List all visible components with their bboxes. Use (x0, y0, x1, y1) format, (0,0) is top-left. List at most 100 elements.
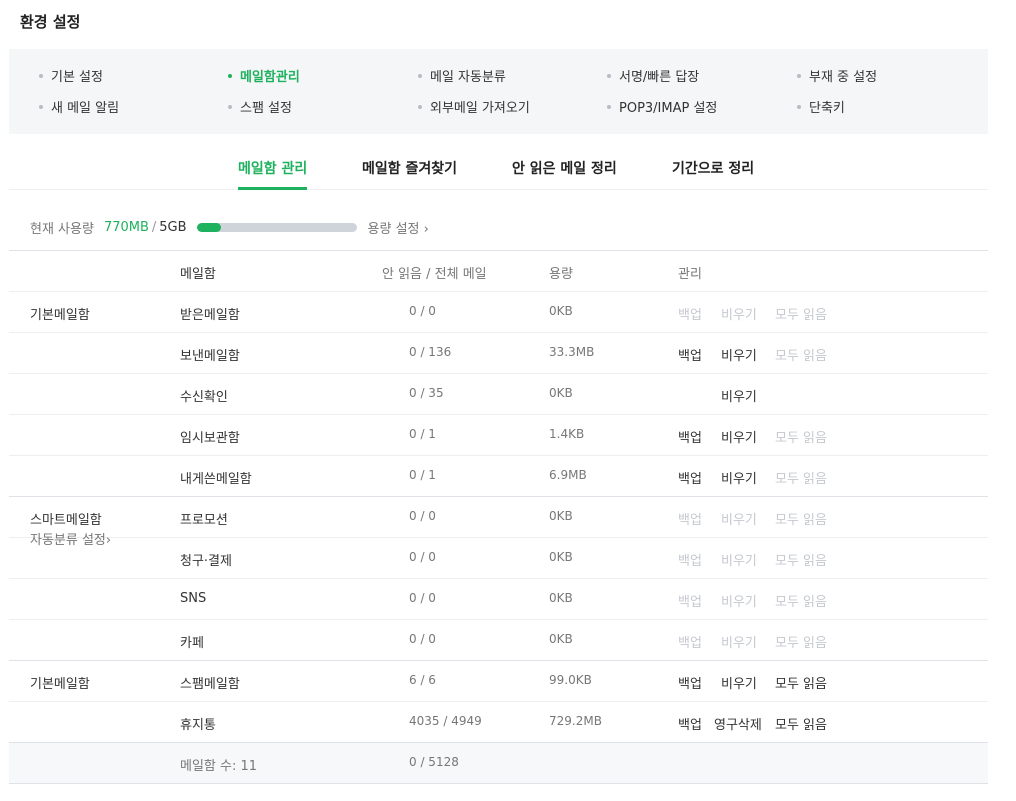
empty-button: 비우기 (721, 636, 757, 651)
table-row: 휴지통 4035 / 4949 729.2MB 백업 영구삭제 모두 읽음 (9, 702, 988, 743)
mailbox-name: 휴지통 (180, 718, 216, 733)
mailbox-name: 보낸메일함 (180, 349, 240, 364)
mail-count: 0 / 35 (409, 386, 444, 400)
table-header: 메일함 안 읽음 / 전체 메일 용량 관리 (9, 251, 988, 292)
mail-count: 4035 / 4949 (409, 714, 482, 728)
empty-button[interactable]: 비우기 (721, 468, 757, 487)
mailbox-name: 내게쓴메일함 (180, 472, 252, 487)
mark-all-read-button[interactable]: 모두 읽음 (775, 714, 827, 733)
mailbox-size: 0KB (549, 632, 573, 646)
usage-separator: / (151, 219, 157, 235)
header-mailbox: 메일함 (180, 267, 216, 282)
bullet-icon (797, 104, 801, 109)
bullet-icon (418, 73, 422, 78)
mailbox-name: 카페 (180, 636, 204, 651)
mark-all-read-button: 모두 읽음 (775, 349, 827, 364)
mark-all-read-button: 모두 읽음 (775, 554, 827, 569)
backup-button[interactable]: 백업 (678, 345, 702, 364)
menu-item-absence[interactable]: 부재 중 설정 (797, 66, 877, 85)
backup-button[interactable]: 백업 (678, 673, 702, 692)
menu-item-basic[interactable]: 기본 설정 (39, 66, 103, 85)
mail-count: 0 / 136 (409, 345, 452, 359)
empty-button[interactable]: 비우기 (721, 673, 757, 692)
mailbox-table: 메일함 안 읽음 / 전체 메일 용량 관리 기본메일함 받은메일함 0 / 0 0K… (9, 250, 988, 784)
table-row: 기본메일함 받은메일함 0 / 0 0KB 백업 비우기 모두 읽음 (9, 292, 988, 333)
mailbox-size: 6.9MB (549, 468, 587, 482)
mark-all-read-button: 모두 읽음 (775, 513, 827, 528)
mailbox-name: 수신확인 (180, 390, 228, 405)
backup-button[interactable]: 백업 (678, 468, 702, 487)
tab-unread-cleanup[interactable]: 안 읽은 메일 정리 (512, 158, 617, 190)
mailbox-name: 청구·결제 (180, 554, 232, 569)
tab-mailbox-manage[interactable]: 메일함 관리 (238, 158, 308, 190)
menu-item-external-mail[interactable]: 외부메일 가져오기 (418, 97, 530, 116)
empty-button[interactable]: 비우기 (721, 386, 757, 405)
table-row: 보낸메일함 0 / 136 33.3MB 백업 비우기 모두 읽음 (9, 333, 988, 374)
group-label: 스마트메일함 (30, 513, 102, 528)
menu-item-new-mail-alert[interactable]: 새 메일 알림 (39, 97, 119, 116)
mailbox-size: 0KB (549, 304, 573, 318)
mail-count: 0 / 0 (409, 591, 436, 605)
page-title: 환경 설정 (20, 13, 81, 31)
backup-button: 백업 (678, 513, 702, 528)
mailbox-size: 729.2MB (549, 714, 602, 728)
table-row: 임시보관함 0 / 1 1.4KB 백업 비우기 모두 읽음 (9, 415, 988, 456)
mail-count: 0 / 0 (409, 509, 436, 523)
menu-item-signature[interactable]: 서명/빠른 답장 (607, 66, 699, 85)
backup-button: 백업 (678, 595, 702, 610)
menu-item-pop3-imap[interactable]: POP3/IMAP 설정 (607, 97, 717, 116)
bullet-icon (39, 73, 43, 78)
bullet-icon (607, 73, 611, 78)
backup-button: 백업 (678, 308, 702, 323)
mark-all-read-button: 모두 읽음 (775, 636, 827, 651)
backup-button[interactable]: 백업 (678, 427, 702, 446)
empty-button: 비우기 (721, 554, 757, 569)
group-label: 기본메일함 (30, 677, 90, 692)
usage-total: 5GB (159, 219, 187, 235)
empty-button: 비우기 (721, 595, 757, 610)
usage-label: 현재 사용량 (30, 221, 94, 237)
permanent-delete-button[interactable]: 영구삭제 (714, 714, 762, 733)
mark-all-read-button[interactable]: 모두 읽음 (775, 673, 827, 692)
mailbox-total-count: 메일함 수: 11 (180, 759, 258, 774)
usage-bar-fill (196, 222, 221, 232)
mark-all-read-button: 모두 읽음 (775, 472, 827, 487)
mailbox-size: 33.3MB (549, 345, 595, 359)
usage-used: 770MB (103, 219, 149, 235)
table-row: 내게쓴메일함 0 / 1 6.9MB 백업 비우기 모두 읽음 (9, 456, 988, 497)
empty-button[interactable]: 비우기 (721, 345, 757, 364)
mailbox-name: SNS (180, 591, 207, 606)
table-row: 수신확인 0 / 35 0KB 비우기 (9, 374, 988, 415)
empty-button[interactable]: 비우기 (721, 427, 757, 446)
group-label: 기본메일함 (30, 308, 90, 323)
mark-all-read-button: 모두 읽음 (775, 431, 827, 446)
mailbox-name: 프로모션 (180, 513, 228, 528)
backup-button[interactable]: 백업 (678, 714, 702, 733)
mark-all-read-button: 모두 읽음 (775, 308, 827, 323)
tab-period-cleanup[interactable]: 기간으로 정리 (672, 158, 754, 190)
mailbox-size: 0KB (549, 386, 573, 400)
bullet-icon (228, 73, 232, 78)
bullet-icon (39, 104, 43, 109)
header-manage: 관리 (678, 267, 702, 282)
mailbox-name: 받은메일함 (180, 308, 240, 323)
table-row: SNS 0 / 0 0KB 백업 비우기 모두 읽음 (9, 579, 988, 620)
menu-item-spam[interactable]: 스팸 설정 (228, 97, 292, 116)
mail-count: 0 / 0 (409, 550, 436, 564)
usage-summary: 현재 사용량 770MB / 5GB 용량 설정 › (30, 218, 429, 237)
tab-mailbox-favorites[interactable]: 메일함 즐겨찾기 (362, 158, 457, 190)
menu-item-auto-sort[interactable]: 메일 자동분류 (418, 66, 506, 85)
bullet-icon (797, 73, 801, 78)
menu-item-mailbox-manage[interactable]: 메일함관리 (228, 66, 300, 85)
mail-total: 0 / 5128 (409, 755, 459, 769)
mailbox-size: 0KB (549, 550, 573, 564)
capacity-settings-link[interactable]: 용량 설정 › (368, 218, 429, 237)
table-row: 기본메일함 스팸메일함 6 / 6 99.0KB 백업 비우기 모두 읽음 (9, 661, 988, 702)
mailbox-size: 0KB (549, 509, 573, 523)
menu-item-shortcuts[interactable]: 단축키 (797, 97, 845, 116)
backup-button: 백업 (678, 636, 702, 651)
mailbox-size: 0KB (549, 591, 573, 605)
bullet-icon (418, 104, 422, 109)
mail-count: 0 / 0 (409, 632, 436, 646)
table-footer: 메일함 수: 11 0 / 5128 (9, 743, 988, 784)
